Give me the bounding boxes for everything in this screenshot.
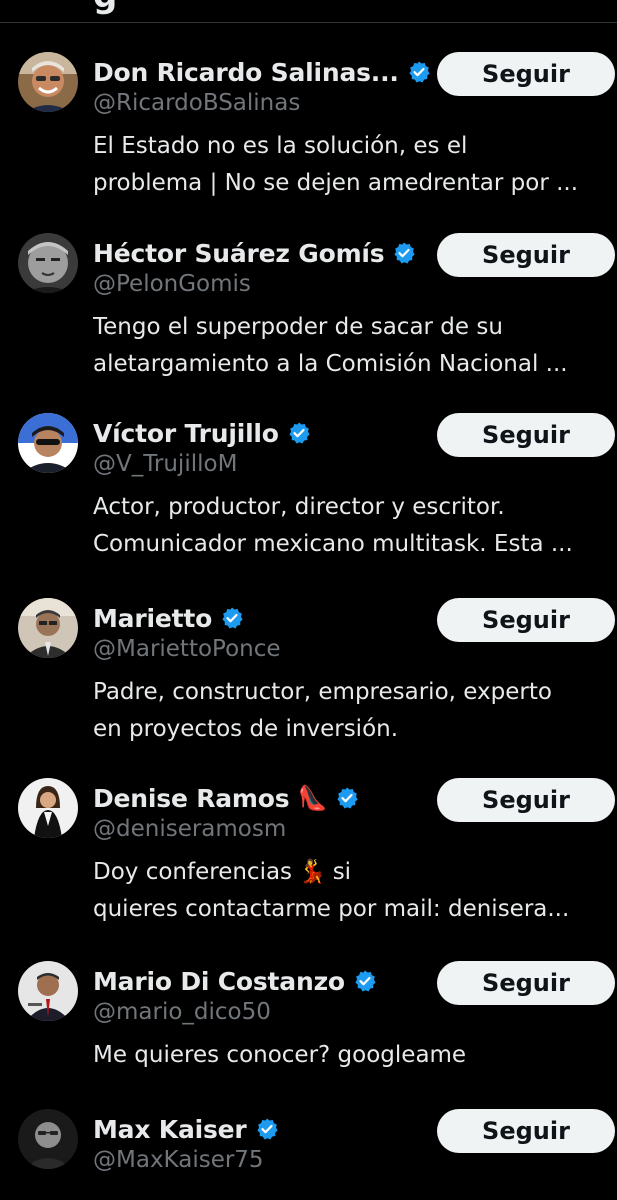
avatar-image xyxy=(18,961,78,1021)
user-handle[interactable]: @MaxKaiser75 xyxy=(93,1147,264,1173)
bio-line: Actor, productor, director y escritor. xyxy=(93,494,505,520)
user-name-line: Héctor Suárez Gomís xyxy=(93,235,416,271)
page-header: g xyxy=(0,0,617,23)
user-bio: Me quieres conocer? googleame xyxy=(93,1037,613,1074)
user-handle[interactable]: @RicardoBSalinas xyxy=(93,90,300,116)
user-bio: Doy conferencias 💃 si quieres contactarme … xyxy=(93,854,613,928)
user-bio: Tengo el superpoder de sacar de su aleta… xyxy=(93,309,613,383)
avatar-image xyxy=(18,233,78,293)
user-row-max-kaiser[interactable]: Max Kaiser @MaxKaiser75 Seguir xyxy=(0,1109,617,1200)
bio-line: problema | No se dejen amedrentar por ..… xyxy=(93,170,579,196)
bio-text: si xyxy=(332,859,352,885)
user-display-name: Héctor Suárez Gomís xyxy=(93,238,385,268)
user-display-name: Max Kaiser xyxy=(93,1114,247,1144)
avatar-image xyxy=(18,52,78,112)
follow-button[interactable]: Seguir xyxy=(437,413,615,457)
user-name-line: Max Kaiser xyxy=(93,1111,279,1147)
user-name-line: Denise Ramos 👠 xyxy=(93,780,359,816)
bio-line: Comunicador mexicano multitask. Esta ... xyxy=(93,531,573,557)
avatar[interactable] xyxy=(18,1109,78,1169)
avatar-image xyxy=(18,598,78,658)
follow-button[interactable]: Seguir xyxy=(437,961,615,1005)
user-display-name: Marietto xyxy=(93,603,213,633)
user-handle[interactable]: @V_TrujilloM xyxy=(93,451,237,477)
user-row-victor-trujillo[interactable]: Víctor Trujillo @V_TrujilloM Actor, prod… xyxy=(0,413,617,585)
bio-line: Me quieres conocer? googleame xyxy=(93,1042,467,1068)
avatar-image xyxy=(18,1109,78,1169)
avatar-image xyxy=(18,778,78,838)
user-bio: Actor, productor, director y escritor. C… xyxy=(93,489,613,563)
avatar[interactable] xyxy=(18,598,78,658)
verified-badge-icon xyxy=(355,970,376,992)
user-name-line: Don Ricardo Salinas... xyxy=(93,54,431,90)
user-name-line: Mario Di Costanzo xyxy=(93,963,377,999)
bio-line: quieres contactarme por mail: denisera..… xyxy=(93,896,570,922)
user-row-hector-suarez-gomis[interactable]: Héctor Suárez Gomís @PelonGomis Tengo el… xyxy=(0,233,617,405)
follow-button[interactable]: Seguir xyxy=(437,1109,615,1153)
bio-line: aletargamiento a la Comisión Nacional ..… xyxy=(93,351,568,377)
user-bio: El Estado no es la solución, es el probl… xyxy=(93,128,613,202)
verified-badge-icon xyxy=(409,61,430,83)
user-handle[interactable]: @MariettoPonce xyxy=(93,636,281,662)
avatar[interactable] xyxy=(18,778,78,838)
user-row-marietto[interactable]: Marietto @MariettoPonce Padre, construct… xyxy=(0,598,617,770)
verified-badge-icon xyxy=(222,607,243,629)
avatar[interactable] xyxy=(18,233,78,293)
bio-text: Doy conferencias xyxy=(93,859,293,885)
user-display-name: Denise Ramos xyxy=(93,783,290,813)
follow-button[interactable]: Seguir xyxy=(437,233,615,277)
verified-badge-icon xyxy=(337,787,358,809)
user-row-ricardo-salinas[interactable]: Don Ricardo Salinas... @RicardoBSalinas … xyxy=(0,52,617,224)
follow-button[interactable]: Seguir xyxy=(437,778,615,822)
bio-line: Doy conferencias 💃 si xyxy=(93,854,613,891)
avatar[interactable] xyxy=(18,413,78,473)
follow-button[interactable]: Seguir xyxy=(437,598,615,642)
user-handle[interactable]: @mario_dico50 xyxy=(93,999,271,1025)
user-bio: Padre, constructor, empresario, experto … xyxy=(93,674,613,748)
page-title-fragment: g xyxy=(93,0,117,16)
user-name-line: Marietto xyxy=(93,600,244,636)
verified-badge-icon xyxy=(394,242,416,264)
high-heel-emoji: 👠 xyxy=(297,784,328,812)
bio-line: El Estado no es la solución, es el xyxy=(93,133,468,159)
avatar[interactable] xyxy=(18,961,78,1021)
user-name-line: Víctor Trujillo xyxy=(93,415,311,451)
bio-line: en proyectos de inversión. xyxy=(93,716,399,742)
follow-button[interactable]: Seguir xyxy=(437,52,615,96)
bio-line: Tengo el superpoder de sacar de su xyxy=(93,314,503,340)
avatar-image xyxy=(18,413,78,473)
user-row-denise-ramos[interactable]: Denise Ramos 👠 @deniseramosm Doy confere… xyxy=(0,778,617,950)
verified-badge-icon xyxy=(289,422,310,444)
dancer-emoji: 💃 xyxy=(298,859,327,885)
bio-line: Padre, constructor, empresario, experto xyxy=(93,679,552,705)
user-display-name: Mario Di Costanzo xyxy=(93,966,345,996)
avatar[interactable] xyxy=(18,52,78,112)
user-handle[interactable]: @deniseramosm xyxy=(93,816,286,842)
verified-badge-icon xyxy=(256,1118,278,1140)
user-display-name: Víctor Trujillo xyxy=(93,418,279,448)
user-handle[interactable]: @PelonGomis xyxy=(93,271,251,297)
user-display-name: Don Ricardo Salinas... xyxy=(93,57,399,87)
user-row-mario-di-costanzo[interactable]: Mario Di Costanzo @mario_dico50 Me quier… xyxy=(0,961,617,1101)
